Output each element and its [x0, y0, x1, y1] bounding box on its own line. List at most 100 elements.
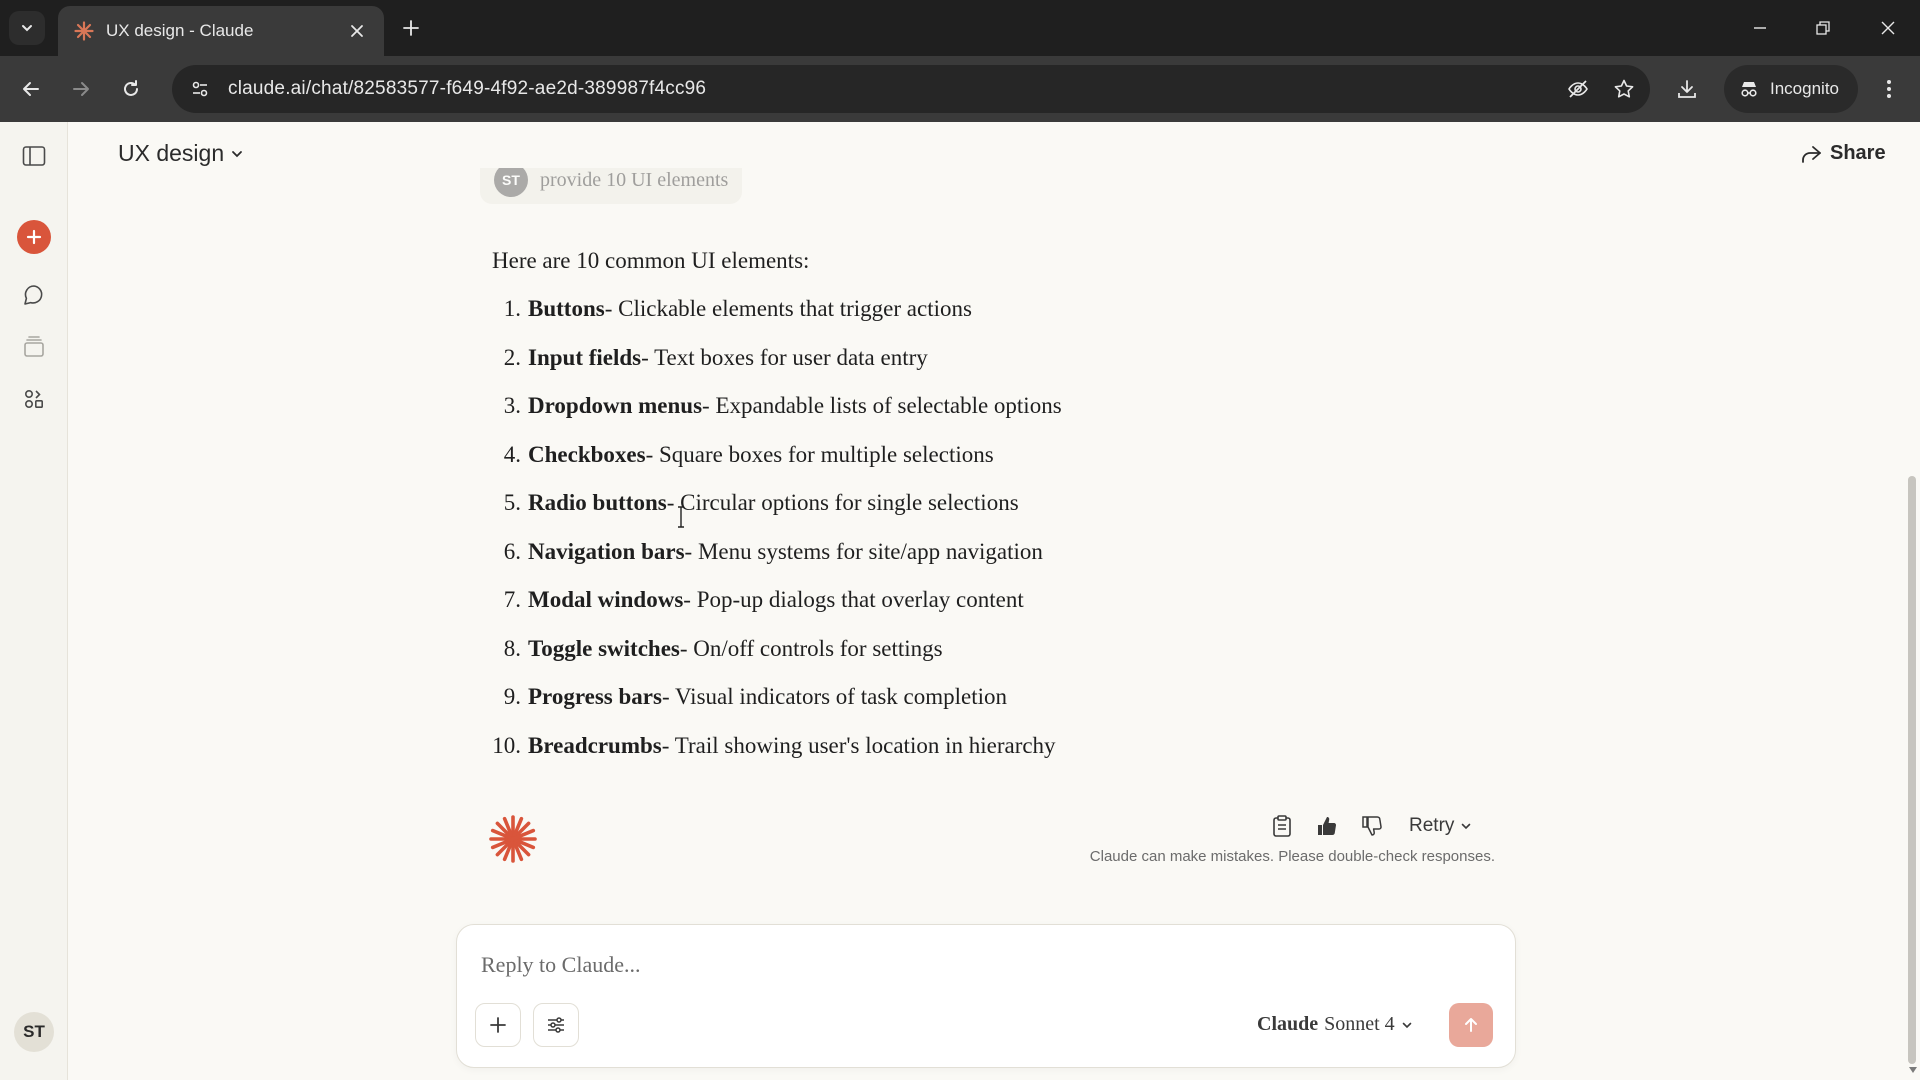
tab-search-button[interactable]: [9, 11, 45, 45]
page-scrollbar[interactable]: [1906, 122, 1920, 1080]
item-name: Checkboxes: [528, 441, 646, 467]
item-number: 4.: [503, 441, 521, 467]
close-icon: [351, 25, 363, 37]
chevron-down-icon: [1402, 1022, 1411, 1028]
chats-button[interactable]: [14, 275, 54, 315]
response-intro: Here are 10 common UI elements:: [492, 248, 810, 273]
new-chat-button[interactable]: [17, 220, 51, 254]
close-window-button[interactable]: [1868, 10, 1908, 46]
incognito-icon: [1741, 82, 1757, 97]
item-name: Breadcrumbs: [528, 732, 662, 758]
thumbs-up-button[interactable]: [1309, 808, 1345, 844]
url-text[interactable]: claude.ai/chat/82583577-f649-4f92-ae2d-3…: [228, 78, 1558, 100]
item-number: 10.: [492, 732, 521, 758]
download-icon: [1678, 80, 1696, 98]
retry-label: Retry: [1409, 815, 1455, 836]
plus-icon: [403, 20, 419, 36]
folder-stack-icon: [24, 336, 44, 357]
item-name: Radio buttons: [528, 490, 667, 515]
browser-toolbar: claude.ai/chat/82583577-f649-4f92-ae2d-3…: [0, 56, 1920, 122]
minimize-window-button[interactable]: [1740, 10, 1780, 46]
downloads-button[interactable]: [1670, 72, 1704, 106]
reload-button[interactable]: [114, 72, 148, 106]
text-cursor-icon: [676, 506, 686, 533]
scroll-down-arrow[interactable]: [1907, 1064, 1919, 1076]
item-number: 8.: [503, 635, 521, 661]
list-item: 5. Radio buttons - Circular options for s…: [492, 490, 1492, 539]
item-description: - Pop-up dialogs that overlay content: [683, 587, 1024, 612]
list-item: 7. Modal windows - Pop-up dialogs that ov…: [492, 587, 1492, 636]
chevron-down-icon: [1462, 823, 1471, 830]
item-number: 3.: [503, 393, 521, 418]
user-avatar[interactable]: ST: [14, 1012, 54, 1052]
reply-input[interactable]: [481, 947, 1381, 983]
minimize-icon: [1754, 27, 1766, 29]
arrow-left-icon: [23, 82, 39, 96]
item-name: Modal windows: [528, 587, 684, 612]
back-button[interactable]: [14, 72, 48, 106]
item-name: Buttons: [528, 296, 605, 321]
item-number: 9.: [503, 684, 521, 709]
list-item: 1. Buttons - Clickable elements that trig…: [492, 296, 1492, 345]
model-brand: Claude: [1257, 1013, 1319, 1035]
item-description: - Square boxes for multiple selections: [645, 441, 994, 467]
tune-icon: [192, 81, 208, 97]
item-description: - Expandable lists of selectable options: [702, 393, 1062, 418]
user-message: ST provide 10 UI elements: [480, 168, 810, 224]
chevron-down-icon: [22, 25, 32, 32]
model-version: Sonnet 4: [1324, 1013, 1395, 1035]
incognito-label: Incognito: [1770, 79, 1839, 98]
more-vertical-icon: [1887, 80, 1891, 98]
model-selector[interactable]: Claude Sonnet 4: [1257, 1013, 1413, 1036]
address-bar[interactable]: claude.ai/chat/82583577-f649-4f92-ae2d-3…: [172, 65, 1650, 113]
retry-button[interactable]: Retry: [1409, 815, 1472, 837]
restore-icon: [1816, 21, 1830, 35]
restore-window-button[interactable]: [1803, 10, 1843, 46]
message-composer: Claude Sonnet 4: [456, 924, 1516, 1068]
item-number: 1.: [503, 296, 521, 321]
close-icon: [1881, 21, 1895, 35]
browser-menu-button[interactable]: [1872, 72, 1906, 106]
response-actions: Retry: [1264, 808, 1472, 844]
share-arrow-icon: [1802, 145, 1821, 163]
artifacts-button[interactable]: [14, 379, 54, 419]
projects-button[interactable]: [14, 327, 54, 367]
tools-button[interactable]: [533, 1003, 579, 1047]
user-message-bubble: ST provide 10 UI elements: [480, 168, 743, 204]
toggle-sidebar-button[interactable]: [14, 136, 54, 176]
item-name: Toggle switches: [528, 635, 680, 661]
item-number: 5.: [503, 490, 521, 515]
plus-icon: [490, 1017, 506, 1033]
bookmark-button[interactable]: [1604, 69, 1644, 109]
item-number: 6.: [503, 538, 521, 564]
item-description: - Trail showing user's location in hiera…: [661, 732, 1056, 758]
list-item: 8. Toggle switches - On/off controls for …: [492, 636, 1492, 685]
tab-title: UX design - Claude: [106, 21, 254, 40]
incognito-indicator[interactable]: Incognito: [1724, 65, 1858, 113]
list-item: 10. Breadcrumbs - Trail showing user's lo…: [492, 733, 1492, 782]
app-sidebar: ST: [0, 122, 68, 1080]
item-description: - Visual indicators of task completion: [661, 684, 1007, 709]
copy-button[interactable]: [1264, 808, 1300, 844]
item-description: - Menu systems for site/app navigation: [684, 538, 1043, 564]
forward-button[interactable]: [64, 72, 98, 106]
tracking-protection-button[interactable]: [1558, 69, 1598, 109]
eye-off-icon: [1568, 80, 1588, 98]
disclaimer-text: Claude can make mistakes. Please double-…: [1089, 848, 1495, 865]
item-description: - Circular options for single selections: [666, 490, 1019, 515]
send-button[interactable]: [1449, 1003, 1493, 1047]
star-icon: [1614, 79, 1634, 98]
share-button[interactable]: Share: [1800, 142, 1886, 165]
thumbs-down-icon: [1362, 816, 1382, 836]
scrollbar-thumb[interactable]: [1908, 476, 1916, 1064]
reload-icon: [124, 80, 138, 96]
item-name: Input fields: [528, 344, 642, 370]
chat-title-menu[interactable]: UX design: [118, 140, 244, 167]
site-info-button[interactable]: [180, 69, 220, 109]
tab-close-button[interactable]: [346, 20, 368, 42]
attach-button[interactable]: [475, 1003, 521, 1047]
browser-tab-active[interactable]: UX design - Claude: [58, 6, 384, 56]
list-item: 6. Navigation bars - Menu systems for sit…: [492, 539, 1492, 588]
thumbs-down-button[interactable]: [1354, 808, 1390, 844]
new-tab-button[interactable]: [396, 13, 426, 43]
